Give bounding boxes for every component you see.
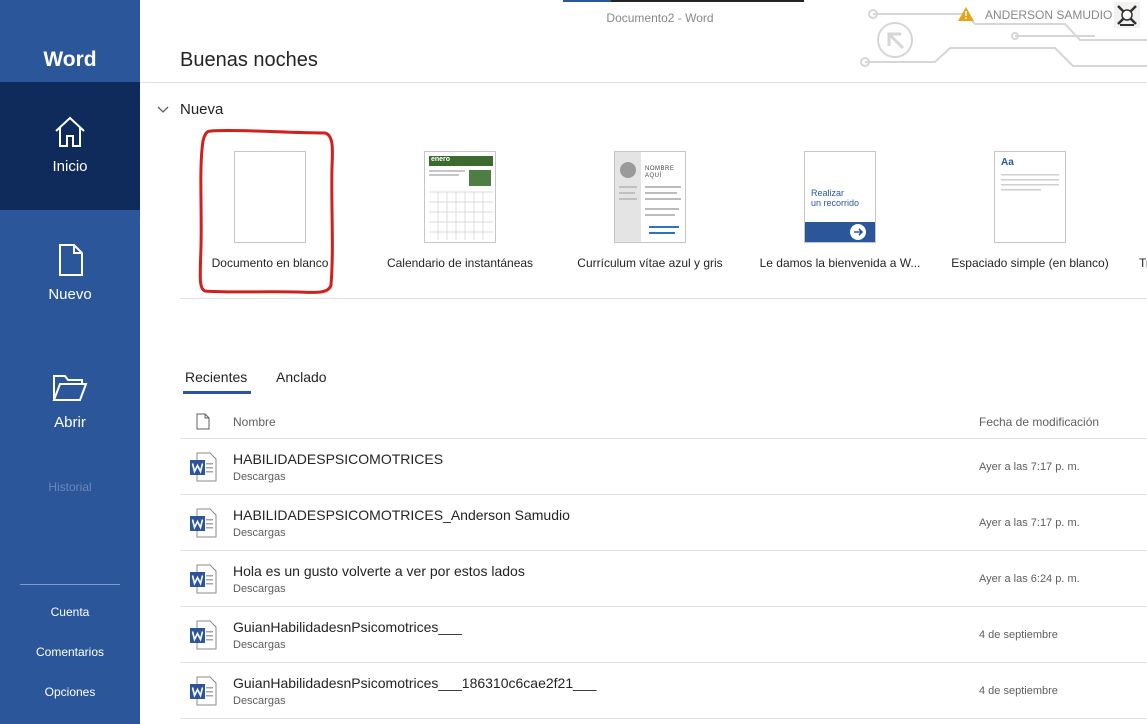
file-type-icon	[196, 413, 210, 430]
open-folder-icon	[52, 375, 88, 401]
sidebar-item-label: Inicio	[52, 158, 88, 175]
file-name: HABILIDADESPSICOMOTRICES	[233, 451, 444, 467]
template-thumbnail: enero	[424, 151, 496, 243]
sidebar-item-abrir[interactable]: Abrir	[0, 338, 140, 466]
template-caption: Documento en blanco	[211, 256, 329, 270]
word-start-screen: Word Inicio Nuevo Abrir Historial Cuenta…	[0, 0, 1147, 724]
file-modified-date: Ayer a las 6:24 p. m.	[979, 573, 1080, 585]
file-modified-date: Ayer a las 7:17 p. m.	[979, 461, 1080, 473]
file-name: HABILIDADESPSICOMOTRICES_Anderson Samudi…	[233, 507, 570, 523]
thumbnail-text: un recorrido	[811, 198, 860, 208]
file-name: Hola es un gusto volverte a ver por esto…	[233, 563, 525, 579]
thumbnail-text: Aa	[1001, 157, 1014, 168]
template-partial[interactable]: Tr	[1125, 150, 1147, 280]
sidebar-item-nuevo[interactable]: Nuevo	[0, 210, 140, 338]
template-thumbnail: NOMBRE AQUÍ	[614, 151, 686, 243]
page-greeting: Buenas noches	[180, 49, 318, 71]
file-name: GuianHabilidadesnPsicomotrices___186310c…	[233, 675, 597, 691]
template-thumbnail	[234, 151, 306, 243]
sidebar-item-inicio[interactable]: Inicio	[0, 82, 140, 210]
template-single-spaced[interactable]: Aa Espaciado simple (en blanco)	[935, 150, 1125, 280]
column-header-name[interactable]: Nombre	[233, 415, 276, 429]
table-row[interactable]: Hola es un gusto volverte a ver por esto…	[180, 551, 1147, 607]
template-thumbnail: Realizar un recorrido	[804, 151, 876, 243]
column-header-date[interactable]: Fecha de modificación	[979, 415, 1099, 429]
template-caption: Currículum vítae azul y gris	[577, 256, 723, 270]
user-name: ANDERSON SAMUDIO	[985, 8, 1113, 22]
chevron-down-icon	[157, 106, 169, 113]
template-caption: Tr	[1139, 256, 1147, 270]
file-location: Descargas	[233, 639, 286, 651]
home-icon	[55, 116, 85, 147]
avatar[interactable]	[1114, 2, 1140, 28]
section-label: Nueva	[180, 101, 224, 118]
thumbnail-text: AQUÍ	[645, 173, 662, 179]
thumbnail-text: NOMBRE	[645, 166, 675, 172]
word-file-icon	[190, 452, 217, 482]
template-caption: Le damos la bienvenida a W...	[759, 256, 921, 270]
app-brand: Word	[43, 48, 97, 71]
sidebar-item-historial: Historial	[48, 480, 92, 494]
table-row[interactable]: HABILIDADESPSICOMOTRICES Descargas Ayer …	[180, 439, 1147, 495]
sidebar-link-cuenta[interactable]: Cuenta	[0, 605, 140, 619]
template-welcome-tour[interactable]: Realizar un recorrido Le damos la bienve…	[745, 150, 935, 280]
file-modified-date: 4 de septiembre	[979, 685, 1058, 697]
sidebar-link-opciones[interactable]: Opciones	[0, 685, 140, 699]
tab-anclado[interactable]: Anclado	[276, 369, 327, 385]
document-title: Documento2 - Word	[606, 11, 714, 25]
template-thumbnail: Aa	[994, 151, 1066, 243]
row-divider	[180, 718, 1147, 719]
sidebar-divider	[20, 584, 120, 585]
template-blank-document[interactable]: Documento en blanco	[175, 150, 365, 280]
tab-recientes[interactable]: Recientes	[185, 369, 247, 385]
file-modified-date: Ayer a las 7:17 p. m.	[979, 517, 1080, 529]
table-row[interactable]: GuianHabilidadesnPsicomotrices___186310c…	[180, 663, 1147, 719]
titlebar-accent	[563, 0, 804, 2]
file-name: GuianHabilidadesnPsicomotrices___	[233, 619, 462, 635]
template-resume[interactable]: NOMBRE AQUÍ Currículum vítae azul y gris	[555, 150, 745, 280]
template-caption: Calendario de instantáneas	[386, 256, 534, 270]
word-file-icon	[190, 676, 217, 706]
thumbnail-text: Realizar	[811, 188, 845, 198]
file-location: Descargas	[233, 695, 286, 707]
new-document-icon	[59, 244, 83, 276]
word-file-icon	[190, 620, 217, 650]
active-tab-indicator	[183, 391, 251, 394]
table-row[interactable]: HABILIDADESPSICOMOTRICES_Anderson Samudi…	[180, 495, 1147, 551]
sidebar-item-label: Nuevo	[48, 286, 92, 303]
sidebar: Word Inicio Nuevo Abrir Historial Cuenta…	[0, 0, 140, 724]
file-location: Descargas	[233, 471, 286, 483]
table-row[interactable]: GuianHabilidadesnPsicomotrices___ Descar…	[180, 607, 1147, 663]
file-location: Descargas	[233, 527, 286, 539]
word-file-icon	[190, 508, 217, 538]
file-modified-date: 4 de septiembre	[979, 629, 1058, 641]
warning-icon	[958, 7, 974, 21]
header-divider	[140, 82, 1147, 83]
file-location: Descargas	[233, 583, 286, 595]
sidebar-link-comentarios[interactable]: Comentarios	[0, 645, 140, 659]
thumbnail-text: enero	[431, 156, 451, 163]
template-calendar[interactable]: enero Calendario de instantáneas	[365, 150, 555, 280]
sidebar-item-label: Abrir	[54, 414, 86, 431]
templates-divider	[180, 298, 1147, 299]
word-file-icon	[190, 564, 217, 594]
template-caption: Espaciado simple (en blanco)	[951, 256, 1109, 270]
